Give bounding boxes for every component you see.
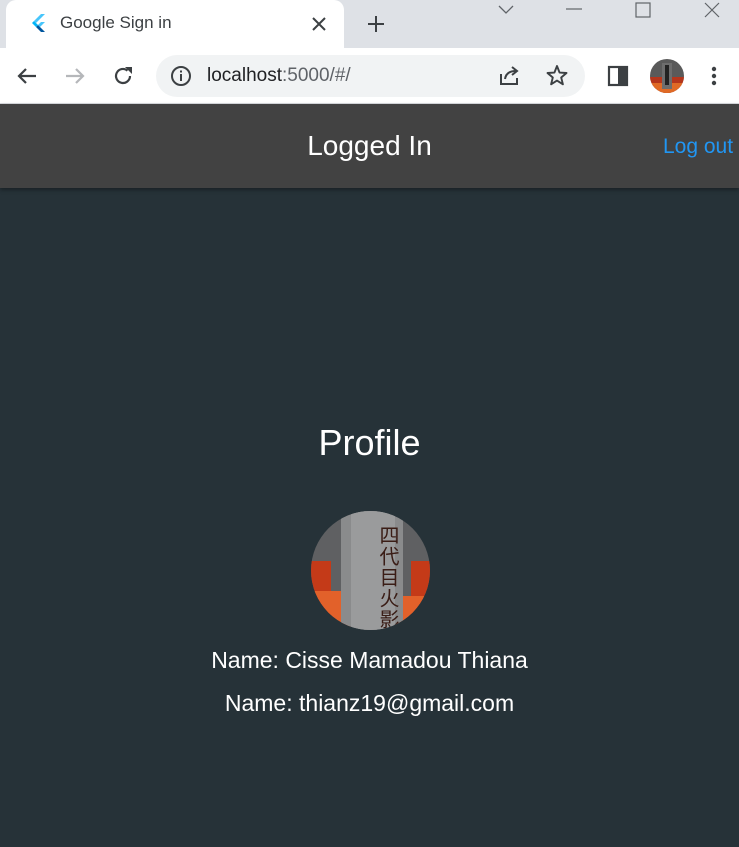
url-path: :5000/#/: [282, 65, 351, 86]
app-bar-title: Logged In: [307, 130, 432, 161]
tab-title: Google Sign in: [60, 13, 172, 32]
forward-arrow-icon[interactable]: [59, 60, 91, 92]
profile-avatar: 四代目火影: [311, 511, 430, 630]
browser-toolbar: localhost:5000/#/: [0, 48, 739, 104]
share-icon[interactable]: [496, 63, 522, 89]
window-close-icon[interactable]: [689, 0, 735, 20]
url-host: localhost: [207, 65, 282, 86]
side-panel-icon[interactable]: [602, 60, 634, 92]
site-info-icon[interactable]: [170, 65, 192, 87]
browser-tab[interactable]: Google Sign in: [6, 0, 344, 48]
back-arrow-icon[interactable]: [11, 60, 43, 92]
browser-tab-strip: Google Sign in: [0, 0, 739, 48]
browser-profile-avatar[interactable]: [650, 59, 684, 93]
avatar-cape-glyphs: 四代目火影: [376, 525, 400, 630]
flutter-favicon-icon: [32, 14, 45, 32]
tab-search-chevron-icon[interactable]: [483, 0, 529, 20]
reload-icon[interactable]: [107, 60, 139, 92]
profile-name: Name: Cisse Mamadou Thiana: [211, 647, 528, 673]
profile-email: Name: thianz19@gmail.com: [224, 690, 515, 716]
url-text[interactable]: localhost:5000/#/: [207, 65, 351, 87]
profile-heading: Profile: [318, 422, 421, 463]
bookmark-star-icon[interactable]: [544, 63, 570, 89]
app-bar: Logged In Log out: [0, 104, 739, 188]
maximize-icon[interactable]: [620, 0, 666, 20]
browser-menu-icon[interactable]: [698, 60, 730, 92]
minimize-icon[interactable]: [551, 0, 597, 20]
address-bar[interactable]: localhost:5000/#/: [156, 55, 585, 97]
logout-button[interactable]: Log out: [663, 135, 733, 159]
new-tab-icon[interactable]: [362, 10, 390, 38]
tab-close-icon[interactable]: [306, 11, 332, 37]
